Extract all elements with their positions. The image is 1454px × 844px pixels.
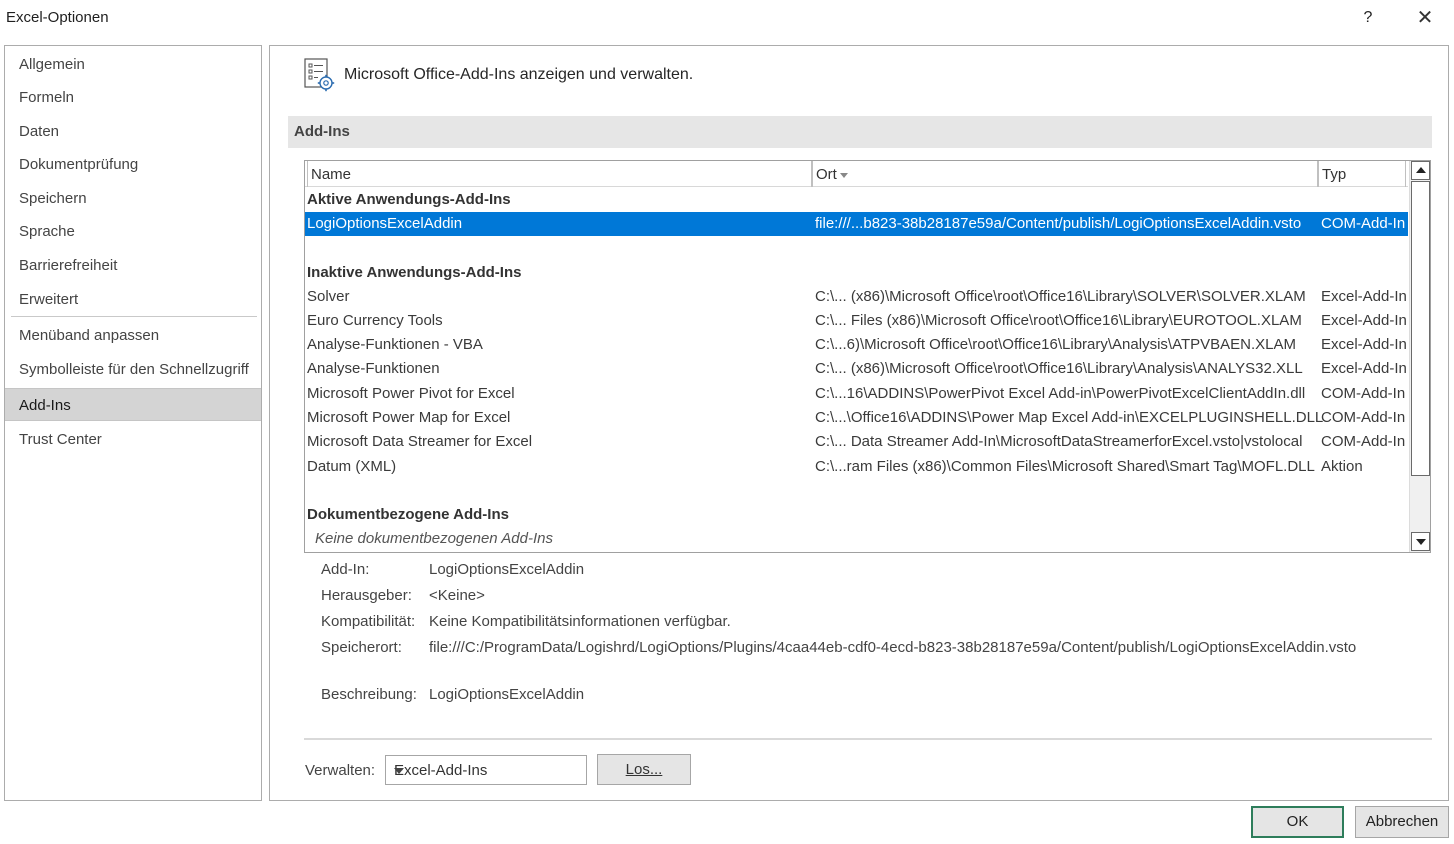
detail-description-value: LogiOptionsExcelAddin — [429, 686, 585, 703]
scroll-down-button[interactable] — [1411, 532, 1430, 551]
scroll-thumb[interactable] — [1411, 181, 1430, 476]
go-button[interactable]: Los... — [597, 754, 691, 785]
section-header: Add-Ins — [288, 116, 1432, 148]
nav-item-formeln[interactable]: Formeln — [5, 81, 261, 114]
detail-location-label: Speicherort: — [321, 639, 402, 656]
addins-list[interactable]: Name Ort Typ Aktive Anwendungs-Add-Ins L… — [304, 160, 1431, 553]
list-row[interactable]: Analyse-Funktionen C:\... (x86)\Microsof… — [305, 357, 1408, 381]
list-row[interactable]: Microsoft Data Streamer for Excel C:\...… — [305, 430, 1408, 454]
column-header-type[interactable]: Typ — [1318, 161, 1406, 187]
cancel-button[interactable]: Abbrechen — [1355, 806, 1449, 838]
detail-publisher-label: Herausgeber: — [321, 587, 412, 604]
help-button[interactable]: ? — [1358, 6, 1378, 30]
manage-divider — [304, 738, 1432, 740]
detail-compat-label: Kompatibilität: — [321, 613, 416, 630]
group-header-document: Dokumentbezogene Add-Ins — [307, 506, 509, 523]
empty-group-note: Keine dokumentbezogenen Add-Ins — [315, 530, 553, 547]
detail-publisher-value: <Keine> — [429, 587, 485, 604]
list-row[interactable]: Microsoft Power Pivot for Excel C:\...16… — [305, 382, 1408, 406]
arrow-down-icon — [1416, 539, 1426, 545]
nav-item-sprache[interactable]: Sprache — [5, 215, 261, 248]
window-title: Excel-Optionen — [6, 9, 109, 26]
manage-dropdown-value: Excel-Add-Ins — [394, 762, 488, 779]
column-header-location[interactable]: Ort — [812, 161, 1318, 187]
detail-compat-value: Keine Kompatibilitätsinformationen verfü… — [429, 613, 731, 630]
close-button[interactable]: ✕ — [1412, 6, 1438, 30]
nav-divider — [11, 316, 257, 317]
list-row[interactable]: Analyse-Funktionen - VBA C:\...6)\Micros… — [305, 333, 1408, 357]
detail-addin-value: LogiOptionsExcelAddin — [429, 561, 585, 578]
detail-location-value: file:///C:/ProgramData/Logishrd/LogiOpti… — [429, 639, 1357, 656]
group-header-inactive: Inaktive Anwendungs-Add-Ins — [307, 264, 522, 281]
addins-manage-icon — [304, 58, 335, 92]
manage-label: Verwalten: — [305, 762, 376, 779]
nav-item-dokumentpruefung[interactable]: Dokumentprüfung — [5, 148, 261, 181]
nav-item-menueband-anpassen[interactable]: Menüband anpassen — [5, 319, 261, 352]
addins-panel: Microsoft Office-Add-Ins anzeigen und ve… — [269, 45, 1449, 801]
list-row[interactable]: Solver C:\... (x86)\Microsoft Office\roo… — [305, 285, 1408, 309]
detail-addin-label: Add-In: — [321, 561, 370, 578]
group-header-active: Aktive Anwendungs-Add-Ins — [307, 191, 511, 208]
list-row[interactable]: Euro Currency Tools C:\... Files (x86)\M… — [305, 309, 1408, 333]
scroll-up-button[interactable] — [1411, 161, 1430, 180]
sort-descending-icon — [839, 172, 848, 178]
list-row-selected[interactable]: LogiOptionsExcelAddin file:///...b823-38… — [305, 212, 1408, 236]
column-header-name[interactable]: Name — [307, 161, 812, 187]
arrow-up-icon — [1416, 167, 1426, 173]
chevron-down-icon — [394, 768, 404, 774]
nav-item-barrierefreiheit[interactable]: Barrierefreiheit — [5, 249, 261, 282]
nav-item-add-ins[interactable]: Add-Ins — [5, 388, 261, 421]
nav-item-allgemein[interactable]: Allgemein — [5, 48, 261, 81]
manage-dropdown[interactable]: Excel-Add-Ins — [385, 755, 587, 785]
detail-description-label: Beschreibung: — [321, 686, 417, 703]
options-nav: Allgemein Formeln Daten Dokumentprüfung … — [4, 45, 262, 801]
list-scrollbar[interactable] — [1409, 161, 1430, 552]
panel-heading: Microsoft Office-Add-Ins anzeigen und ve… — [344, 66, 694, 83]
nav-item-schnellzugriff[interactable]: Symbolleiste für den Schnellzugriff — [5, 353, 261, 386]
list-header: Name Ort Typ — [305, 161, 1408, 187]
list-row[interactable]: Datum (XML) C:\...ram Files (x86)\Common… — [305, 455, 1408, 479]
nav-item-daten[interactable]: Daten — [5, 115, 261, 148]
ok-button[interactable]: OK — [1251, 806, 1344, 838]
nav-item-trust-center[interactable]: Trust Center — [5, 423, 261, 456]
list-row[interactable]: Microsoft Power Map for Excel C:\...\Off… — [305, 406, 1408, 430]
section-title: Add-Ins — [294, 123, 350, 140]
nav-item-erweitert[interactable]: Erweitert — [5, 283, 261, 316]
title-bar: Excel-Optionen ? ✕ — [0, 0, 1454, 36]
nav-item-speichern[interactable]: Speichern — [5, 182, 261, 215]
